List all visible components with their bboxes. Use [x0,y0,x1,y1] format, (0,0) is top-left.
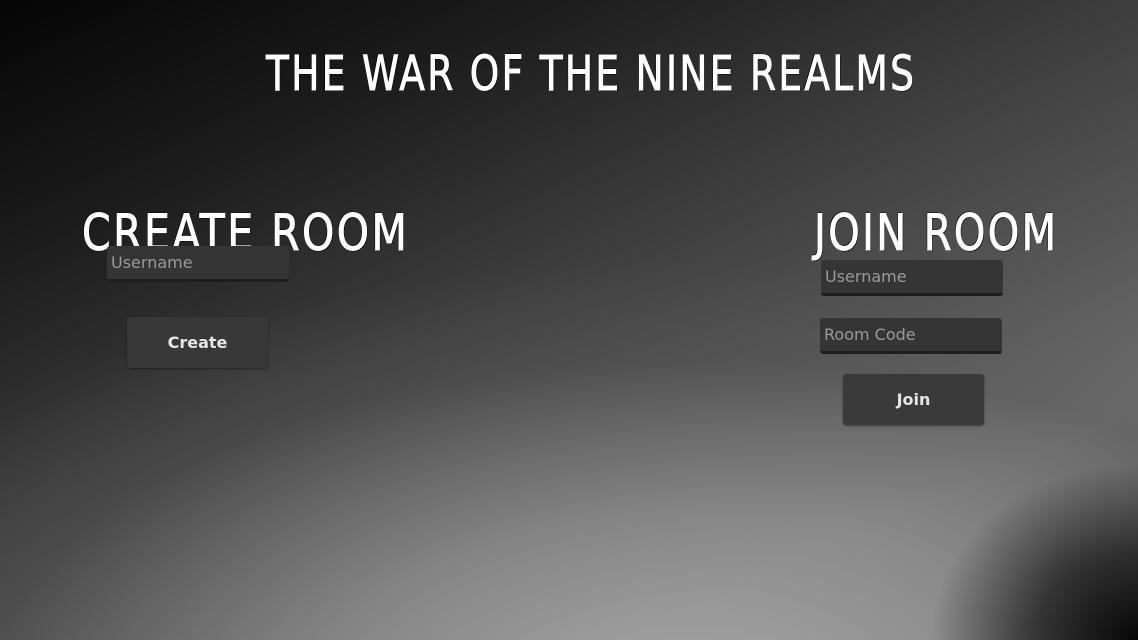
join-room-heading: JOIN ROOM [814,203,1059,262]
background-vignette [838,390,1138,640]
create-button[interactable]: Create [127,317,268,368]
game-title: THE WAR OF THE NINE REALMS [266,46,917,103]
join-username-input[interactable] [821,260,1003,296]
create-username-input[interactable] [107,246,289,282]
join-button[interactable]: Join [843,374,984,425]
room-code-input[interactable] [820,318,1002,354]
